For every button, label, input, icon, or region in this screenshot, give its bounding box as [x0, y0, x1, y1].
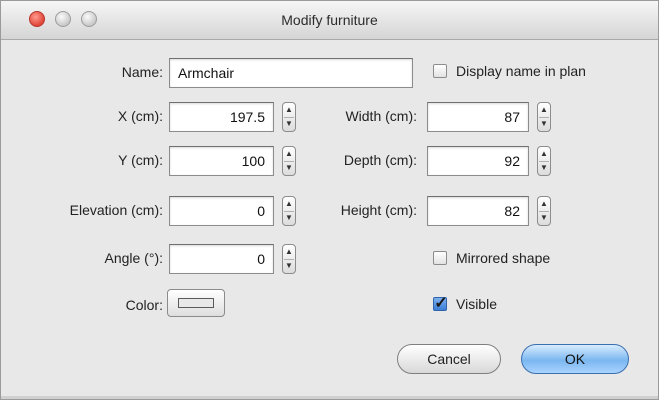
cancel-button[interactable]: Cancel: [397, 344, 501, 374]
window-title: Modify furniture: [281, 12, 378, 28]
chevron-down-icon[interactable]: ▼: [285, 118, 293, 130]
chevron-down-icon[interactable]: ▼: [285, 260, 293, 272]
checkmark-icon: ✓: [434, 295, 448, 312]
chevron-down-icon[interactable]: ▼: [540, 212, 548, 224]
visible-checkbox[interactable]: ✓: [433, 295, 448, 312]
depth-label: Depth (cm):: [343, 152, 417, 168]
width-input[interactable]: [427, 102, 529, 132]
angle-label: Angle (°):: [104, 250, 163, 266]
width-stepper[interactable]: ▲ ▼: [537, 102, 551, 132]
chevron-up-icon[interactable]: ▲: [540, 104, 548, 116]
name-input[interactable]: [169, 58, 413, 88]
mirrored-shape-checkbox[interactable]: [433, 251, 447, 265]
title-bar[interactable]: Modify furniture: [1, 1, 658, 40]
height-input[interactable]: [427, 196, 529, 226]
display-name-checkbox[interactable]: [433, 64, 447, 78]
y-stepper[interactable]: ▲ ▼: [282, 146, 296, 176]
elevation-stepper[interactable]: ▲ ▼: [282, 196, 296, 226]
depth-input[interactable]: [427, 146, 529, 176]
chevron-down-icon[interactable]: ▼: [540, 162, 548, 174]
angle-stepper[interactable]: ▲ ▼: [282, 244, 296, 274]
color-label: Color:: [125, 297, 163, 313]
chevron-up-icon[interactable]: ▲: [285, 246, 293, 258]
color-button[interactable]: [167, 289, 225, 317]
chevron-up-icon[interactable]: ▲: [285, 104, 293, 116]
angle-input[interactable]: [169, 244, 274, 274]
y-input[interactable]: [169, 146, 274, 176]
height-label: Height (cm):: [340, 202, 417, 218]
x-label: X (cm):: [117, 108, 163, 124]
chevron-up-icon[interactable]: ▲: [285, 198, 293, 210]
ok-button[interactable]: OK: [521, 344, 629, 374]
chevron-up-icon[interactable]: ▲: [285, 148, 293, 160]
depth-stepper[interactable]: ▲ ▼: [537, 146, 551, 176]
visible-label: Visible: [456, 296, 497, 312]
height-stepper[interactable]: ▲ ▼: [537, 196, 551, 226]
elevation-input[interactable]: [169, 196, 274, 226]
chevron-up-icon[interactable]: ▲: [540, 198, 548, 210]
modify-furniture-dialog: Modify furniture Name: Display name in p…: [0, 0, 659, 400]
x-input[interactable]: [169, 102, 274, 132]
chevron-down-icon[interactable]: ▼: [285, 212, 293, 224]
color-swatch: [178, 298, 214, 308]
display-name-label: Display name in plan: [456, 63, 586, 79]
chevron-up-icon[interactable]: ▲: [540, 148, 548, 160]
y-label: Y (cm):: [118, 152, 163, 168]
window-bottom-edge: [1, 396, 658, 399]
chevron-down-icon[interactable]: ▼: [285, 162, 293, 174]
chevron-down-icon[interactable]: ▼: [540, 118, 548, 130]
name-label: Name:: [121, 64, 163, 80]
elevation-label: Elevation (cm):: [69, 202, 163, 218]
width-label: Width (cm):: [345, 108, 417, 124]
mirrored-shape-label: Mirrored shape: [456, 250, 551, 266]
x-stepper[interactable]: ▲ ▼: [282, 102, 296, 132]
